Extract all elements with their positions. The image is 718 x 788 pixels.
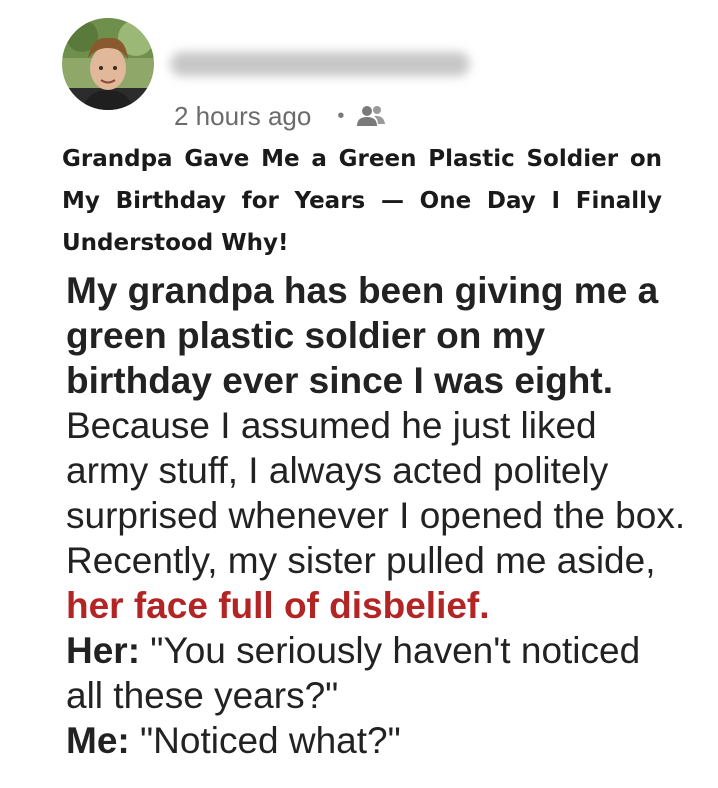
avatar-photo: [62, 18, 154, 110]
story-paragraph: My grandpa has been giving me a green pl…: [66, 268, 686, 628]
story-intro-rest: Because I assumed he just liked army stu…: [66, 405, 686, 581]
avatar[interactable]: [62, 18, 154, 110]
speaker-me: Me:: [66, 720, 130, 761]
people-icon: [356, 104, 386, 128]
post-title: Grandpa Gave Me a Green Plastic Sol­dier…: [62, 146, 662, 256]
speaker-her: Her:: [66, 630, 141, 671]
dialogue-text-me: "Noticed what?": [129, 720, 401, 761]
post-meta: 2 hours ago •: [174, 98, 386, 134]
story-highlight: her face full of disbelief.: [66, 585, 490, 626]
story-body: My grandpa has been giving me a green pl…: [66, 268, 686, 763]
dialogue-line-me: Me: "Noticed what?": [66, 718, 686, 763]
meta-separator: •: [337, 104, 345, 127]
dialogue-text-her: "You seriously haven't noticed all these…: [66, 630, 641, 716]
author-name[interactable]: [170, 52, 470, 76]
timestamp: 2 hours ago: [174, 100, 312, 131]
post-header: 2 hours ago •: [62, 18, 682, 134]
dialogue-line-her: Her: "You seriously haven't noticed all …: [66, 628, 686, 718]
story-intro-bold: My grandpa has been giving me a green pl…: [66, 270, 659, 401]
